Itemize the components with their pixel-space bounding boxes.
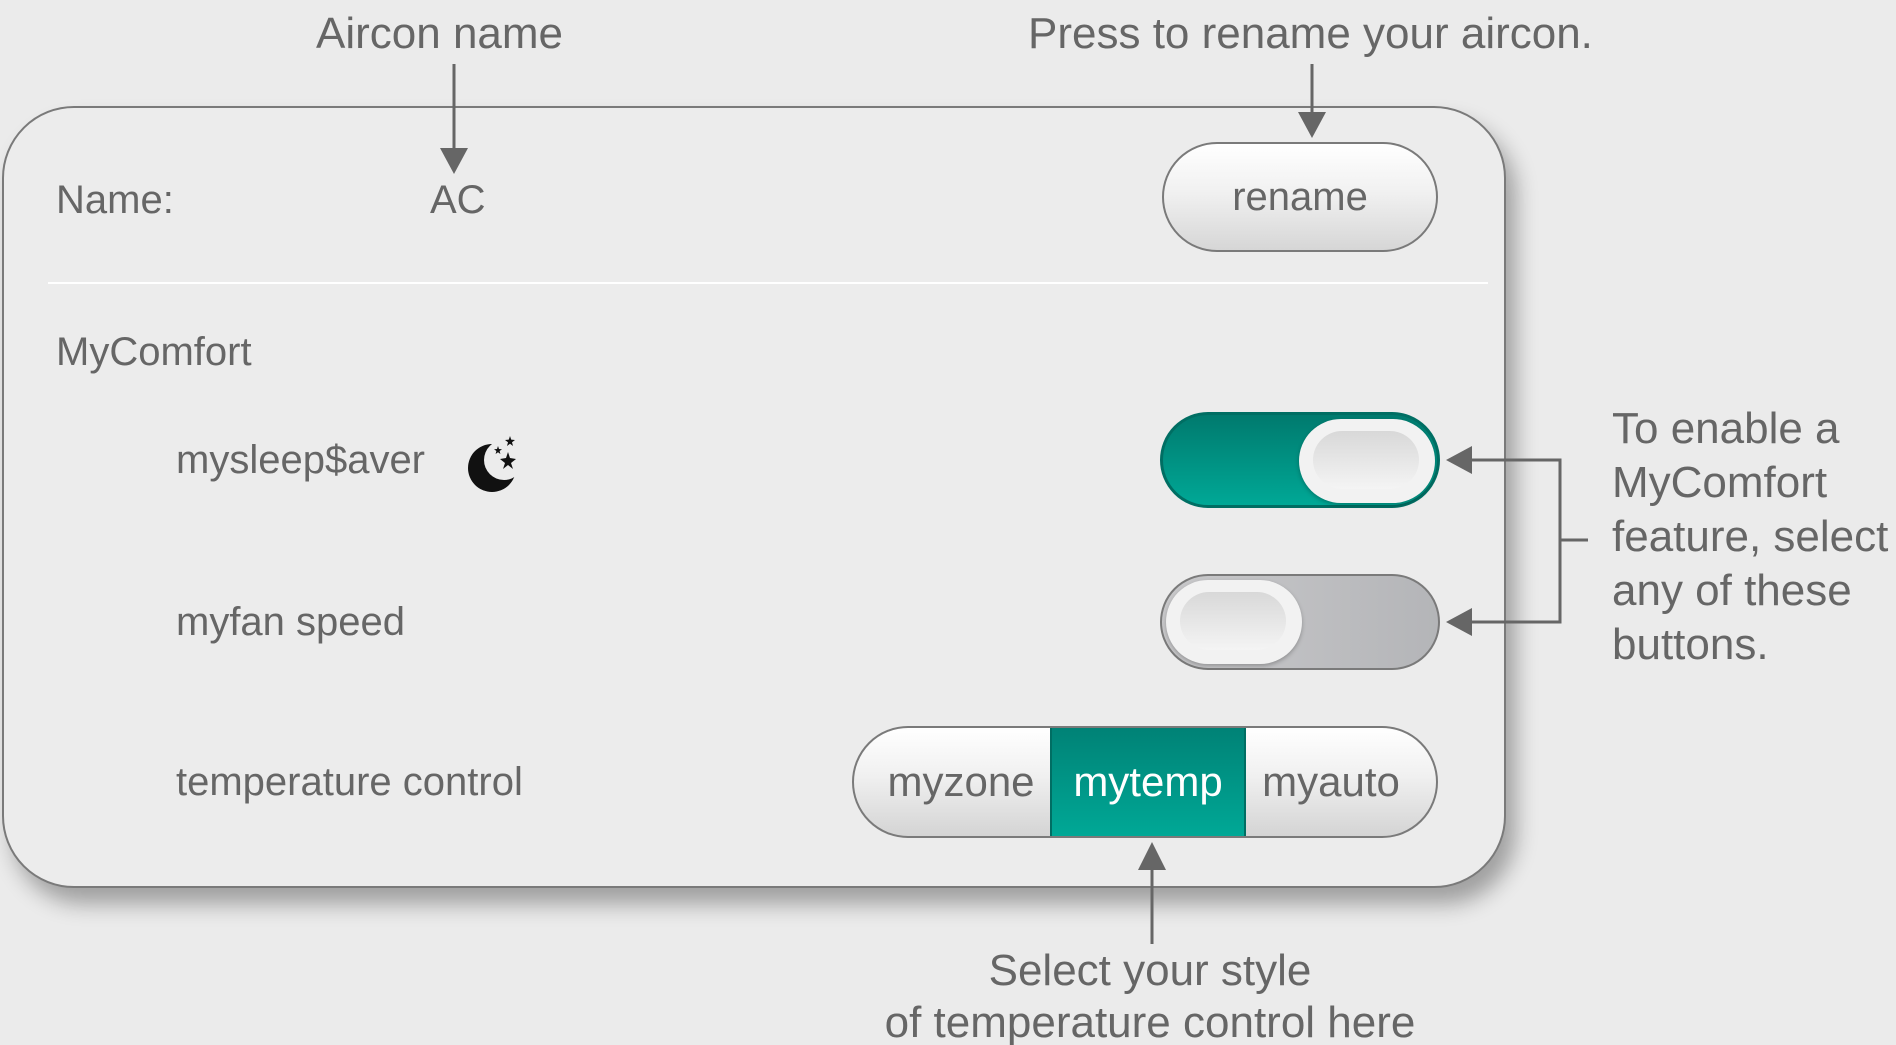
moon-stars-icon (468, 436, 524, 492)
annotation-temp-style-hint: Select your style of temperature control… (800, 945, 1500, 1045)
fan-speed-toggle[interactable] (1160, 574, 1440, 670)
fan-speed-label: myfan speed (176, 600, 406, 644)
annotation-line: buttons. (1612, 620, 1769, 669)
annotation-line: any of these (1612, 566, 1852, 615)
annotation-line: MyComfort (1612, 458, 1828, 507)
sleep-saver-toggle[interactable] (1160, 412, 1440, 508)
annotation-line: To enable a (1612, 404, 1840, 453)
annotation-mycomfort-hint: To enable a MyComfort feature, select an… (1612, 402, 1896, 672)
annotation-rename-hint: Press to rename your aircon. (1028, 9, 1593, 58)
section-title-mycomfort: MyComfort (56, 330, 252, 374)
annotation-line: feature, select (1612, 512, 1889, 561)
temperature-control-segmented: myzone mytemp myauto (852, 726, 1438, 838)
annotation-line: of temperature control here (884, 998, 1416, 1045)
segment-mytemp[interactable]: mytemp (1050, 728, 1246, 836)
name-label: Name: (56, 178, 174, 222)
aircon-name-value: AC (430, 178, 486, 222)
segment-myzone[interactable]: myzone (854, 728, 1050, 836)
stage: Aircon name Press to rename your aircon.… (0, 0, 1896, 1045)
rename-button[interactable]: rename (1162, 142, 1438, 252)
settings-panel: Name: AC rename MyComfort mysleep$aver m… (2, 106, 1506, 888)
annotation-aircon-name: Aircon name (316, 9, 564, 58)
segment-myauto[interactable]: myauto (1246, 728, 1436, 836)
sleep-saver-label: mysleep$aver (176, 438, 426, 482)
divider (48, 282, 1488, 284)
toggle-knob[interactable] (1299, 419, 1435, 503)
temperature-control-label: temperature control (176, 760, 523, 804)
annotation-line: Select your style (988, 946, 1312, 995)
toggle-knob[interactable] (1166, 580, 1302, 664)
